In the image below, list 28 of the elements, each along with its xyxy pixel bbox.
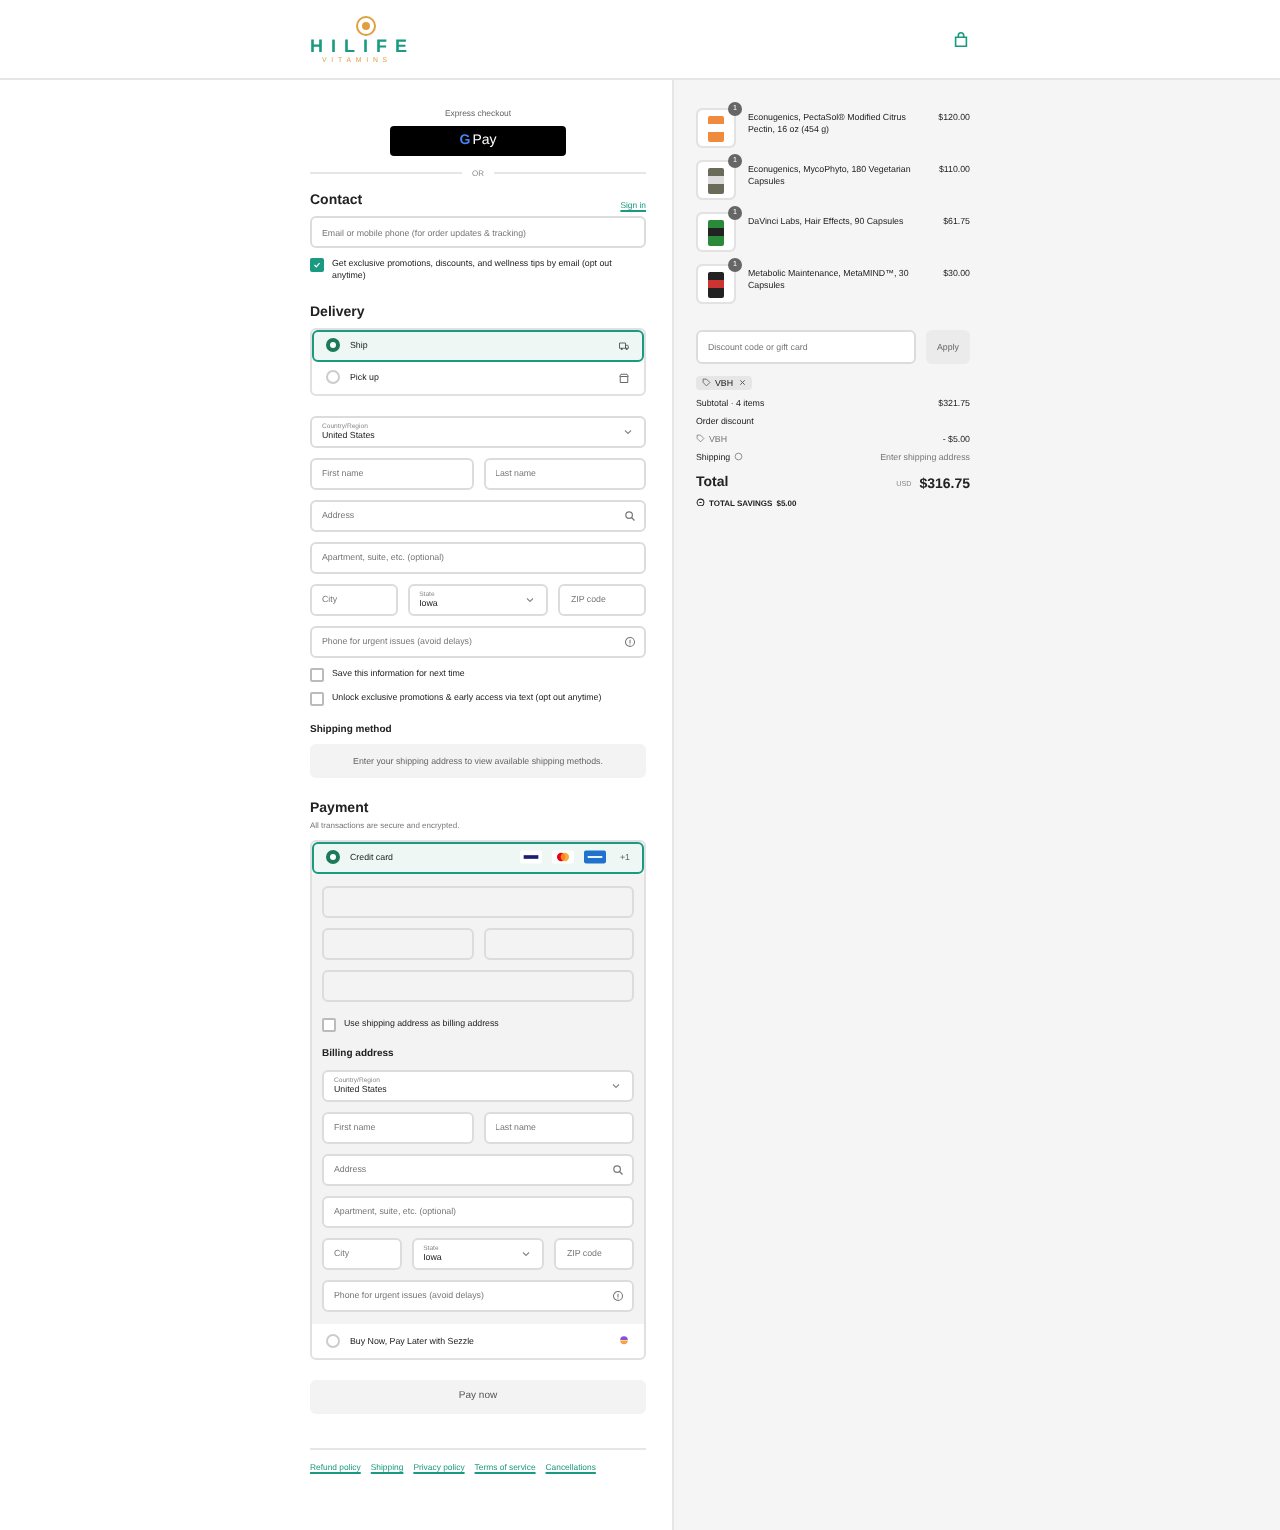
checkbox[interactable] (310, 667, 324, 682)
logo-text: HILIFE (310, 38, 415, 56)
shopping-bag-icon[interactable] (952, 30, 970, 48)
search-icon (624, 509, 636, 522)
chevron-down-icon (520, 1247, 533, 1260)
help-icon[interactable] (734, 452, 744, 462)
chevron-down-icon (610, 1079, 622, 1092)
sun-icon (354, 14, 378, 38)
truck-icon (618, 339, 630, 352)
visa-logo-icon (519, 850, 542, 865)
radio-button[interactable] (326, 338, 340, 353)
mastercard-logo-icon (551, 850, 574, 865)
chevron-down-icon (524, 593, 537, 606)
help-icon[interactable] (612, 1289, 624, 1302)
help-icon[interactable] (624, 635, 636, 648)
radio-button[interactable] (326, 850, 340, 865)
chevron-down-icon (622, 425, 634, 438)
tag-icon (702, 378, 711, 388)
tag-icon (696, 434, 705, 444)
savings-icon (696, 497, 705, 507)
checkbox[interactable] (322, 1017, 336, 1032)
checkbox[interactable] (310, 691, 324, 706)
amex-logo-icon (583, 850, 606, 865)
checkbox[interactable] (310, 258, 324, 272)
search-icon (612, 1163, 624, 1176)
close-icon[interactable] (737, 378, 747, 388)
store-icon (618, 371, 630, 384)
sezzle-logo-icon (618, 1334, 630, 1347)
